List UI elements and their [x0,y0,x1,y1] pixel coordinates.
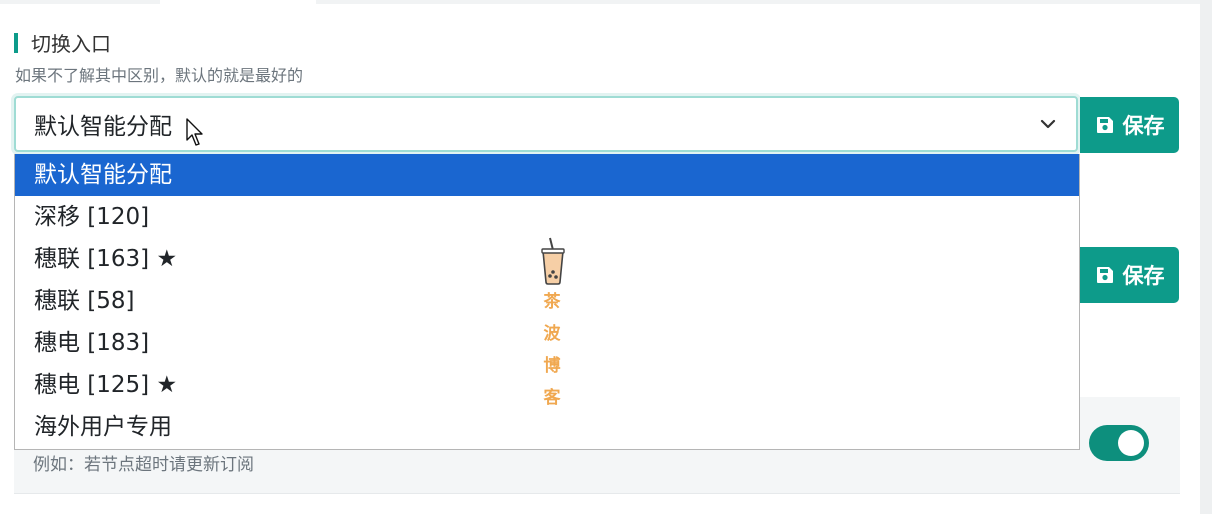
dropdown-option[interactable]: 默认智能分配 [15,154,1079,196]
watermark: 茶 波 博 客 [520,236,586,408]
save-icon [1096,117,1113,133]
toggle-knob [1118,430,1144,456]
save-icon [1096,267,1113,283]
save-button-label: 保存 [1122,264,1165,288]
save-button-label: 保存 [1122,114,1165,138]
update-toggle[interactable] [1089,425,1149,461]
save-button[interactable]: 保存 [1080,97,1179,153]
scrollbar[interactable] [1200,0,1212,514]
mouse-cursor-icon [186,118,203,146]
top-tab-gap [160,0,316,4]
title-accent-bar [14,32,18,53]
bubble-tea-icon [541,237,565,285]
section-title-text: 切换入口 [31,32,111,56]
settings-hint: 例如：若节点超时请更新订阅 [33,455,254,475]
section-title: 切换入口 [14,28,111,57]
watermark-line: 博 客 [543,356,571,408]
chevron-down-icon[interactable] [1038,114,1058,134]
section-description: 如果不了解其中区别，默认的就是最好的 [15,66,304,85]
entry-select[interactable]: 默认智能分配 [14,96,1078,152]
dropdown-option[interactable]: 深移 [120] [15,196,1079,238]
save-button-secondary[interactable]: 保存 [1080,247,1179,303]
watermark-line: 茶 波 [543,292,571,344]
select-current-value: 默认智能分配 [34,114,172,140]
